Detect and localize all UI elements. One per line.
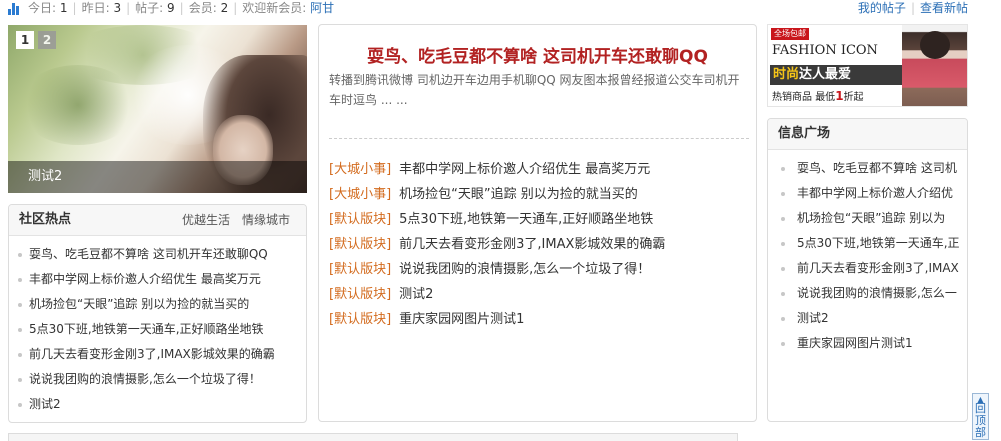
list-item: [默认版块] 测试2 [329,282,665,307]
panel-title: 信息广场 [778,126,831,141]
news-title-link[interactable]: 说说我团购的浪情摄影,怎么一个垃圾了得！ [399,262,650,277]
panel-title: 社区热点 [19,212,72,227]
posts-count: 9 [167,1,175,15]
tab-romance-city[interactable]: 情缘城市 [242,213,290,227]
slide-caption[interactable]: 测试2 [8,161,307,193]
site-stats: 今日: 1 | 昨日: 3 | 帖子: 9 | 会员: 2 | 欢迎新会员: 阿甘 [28,1,335,15]
stats-bar: 今日: 1 | 昨日: 3 | 帖子: 9 | 会员: 2 | 欢迎新会员: 阿甘 我的帖子 | 查… [0,0,1001,18]
panel-header: 信息广场 [768,119,967,150]
list-item[interactable]: 耍鸟、吃毛豆都不算啥 这司机 [768,156,967,181]
fashion-ad-banner[interactable]: 全场包邮 FASHION ICON 时尚达人最爱 热销商品 最低1折起 [767,24,968,107]
category-link[interactable]: [大城小事] [329,162,391,177]
news-title-link[interactable]: 测试2 [399,287,433,302]
list-item[interactable]: 测试2 [768,306,967,331]
list-item[interactable]: 说说我团购的浪情摄影,怎么一个垃圾了得！ [9,367,306,392]
back-to-top-label: 回顶部 [975,402,986,439]
category-link[interactable]: [默认版块] [329,262,391,277]
posts-label: 帖子: [135,1,164,15]
free-shipping-badge: 全场包邮 [771,28,809,40]
list-item[interactable]: 5点30下班,地铁第一天通车,正 [768,231,967,256]
members-count: 2 [220,1,229,15]
list-item[interactable]: 5点30下班,地铁第一天通车,正好顺路坐地铁 [9,317,306,342]
list-item[interactable]: 耍鸟、吃毛豆都不算啥 这司机开车还敢聊QQ [9,242,306,267]
today-count: 1 [59,1,68,15]
news-title-link[interactable]: 5点30下班,地铁第一天通车,正好顺路坐地铁 [399,212,653,227]
newest-member-link[interactable]: 阿甘 [310,1,334,15]
members-label: 会员: [188,1,217,15]
image-slider[interactable]: 1 2 测试2 [8,25,307,193]
headline-panel: 耍鸟、吃毛豆都不算啥 这司机开车还敢聊QQ 转播到腾讯微博 司机边开车边用手机聊… [318,24,757,422]
community-hot-panel: 社区热点 优越生活 情缘城市 耍鸟、吃毛豆都不算啥 这司机开车还敢聊QQ 丰都中学… [8,204,307,423]
list-item[interactable]: 机场捡包“天眼”追踪 别以为 [768,206,967,231]
list-item: [大城小事] 丰都中学网上标价邀人介绍优生 最高奖万元 [329,157,665,182]
news-title-link[interactable]: 丰都中学网上标价邀人介绍优生 最高奖万元 [399,162,650,177]
bar-chart-icon [8,3,22,15]
category-link[interactable]: [默认版块] [329,312,391,327]
info-list: 耍鸟、吃毛豆都不算啥 这司机 丰都中学网上标价邀人介绍优 机场捡包“天眼”追踪 … [768,150,967,356]
ad-subline: 热销商品 最低1折起 [772,89,864,103]
news-title-link[interactable]: 重庆家园网图片测试1 [399,312,524,327]
list-item: [大城小事] 机场捡包“天眼”追踪 别以为捡的就当买的 [329,182,665,207]
divider [329,138,749,139]
tab-better-life[interactable]: 优越生活 [182,213,230,227]
category-link[interactable]: [大城小事] [329,187,391,202]
slide-page-1[interactable]: 1 [16,31,34,49]
ad-brand: FASHION ICON [772,43,878,58]
list-item[interactable]: 机场捡包“天眼”追踪 别以为捡的就当买的 [9,292,306,317]
news-list: [大城小事] 丰都中学网上标价邀人介绍优生 最高奖万元 [大城小事] 机场捡包“天眼… [329,157,665,332]
info-square-panel: 信息广场 耍鸟、吃毛豆都不算啥 这司机 丰都中学网上标价邀人介绍优 机场捡包“天… [767,118,968,422]
news-title-link[interactable]: 机场捡包“天眼”追踪 别以为捡的就当买的 [399,187,638,202]
my-posts-link[interactable]: 我的帖子 [858,1,906,15]
list-item[interactable]: 前几天去看变形金刚3了,IMAX [768,256,967,281]
view-new-posts-link[interactable]: 查看新帖 [920,1,968,15]
list-item[interactable]: 前几天去看变形金刚3了,IMAX影城效果的确霸 [9,342,306,367]
yesterday-label: 昨日: [81,1,110,15]
list-item[interactable]: 说说我团购的浪情摄影,怎么一 [768,281,967,306]
list-item[interactable]: 重庆家园网图片测试1 [768,331,967,356]
panel-header: 社区热点 优越生活 情缘城市 [9,205,306,236]
list-item: [默认版块] 说说我团购的浪情摄影,怎么一个垃圾了得！ [329,257,665,282]
next-section-edge [8,433,738,441]
back-to-top-button[interactable]: ▲ 回顶部 [972,393,989,440]
model-photo [902,25,967,106]
today-label: 今日: [28,1,57,15]
category-link[interactable]: [默认版块] [329,212,391,227]
list-item: [默认版块] 前几天去看变形金刚3了,IMAX影城效果的确霸 [329,232,665,257]
headline-link[interactable]: 耍鸟、吃毛豆都不算啥 这司机开车还敢聊QQ [319,42,756,67]
welcome-label: 欢迎新会员: [242,1,307,15]
hot-tabs: 优越生活 情缘城市 [182,205,290,235]
yesterday-count: 3 [113,1,122,15]
user-links: 我的帖子 | 查看新帖 [857,1,968,15]
list-item[interactable]: 测试2 [9,392,306,417]
list-item[interactable]: 丰都中学网上标价邀人介绍优 [768,181,967,206]
category-link[interactable]: [默认版块] [329,287,391,302]
list-item: [默认版块] 重庆家园网图片测试1 [329,307,665,332]
slide-page-2[interactable]: 2 [38,31,56,49]
ad-slogan: 时尚达人最爱 [773,67,852,82]
slider-pagination: 1 2 [16,31,56,49]
category-link[interactable]: [默认版块] [329,237,391,252]
list-item[interactable]: 丰都中学网上标价邀人介绍优生 最高奖万元 [9,267,306,292]
hot-list: 耍鸟、吃毛豆都不算啥 这司机开车还敢聊QQ 丰都中学网上标价邀人介绍优生 最高奖… [9,236,306,417]
headline-summary: 转播到腾讯微博 司机边开车边用手机聊QQ 网友图本报曾经报道公交车司机开车时逗鸟… [329,73,740,107]
news-title-link[interactable]: 前几天去看变形金刚3了,IMAX影城效果的确霸 [399,237,665,252]
list-item: [默认版块] 5点30下班,地铁第一天通车,正好顺路坐地铁 [329,207,665,232]
